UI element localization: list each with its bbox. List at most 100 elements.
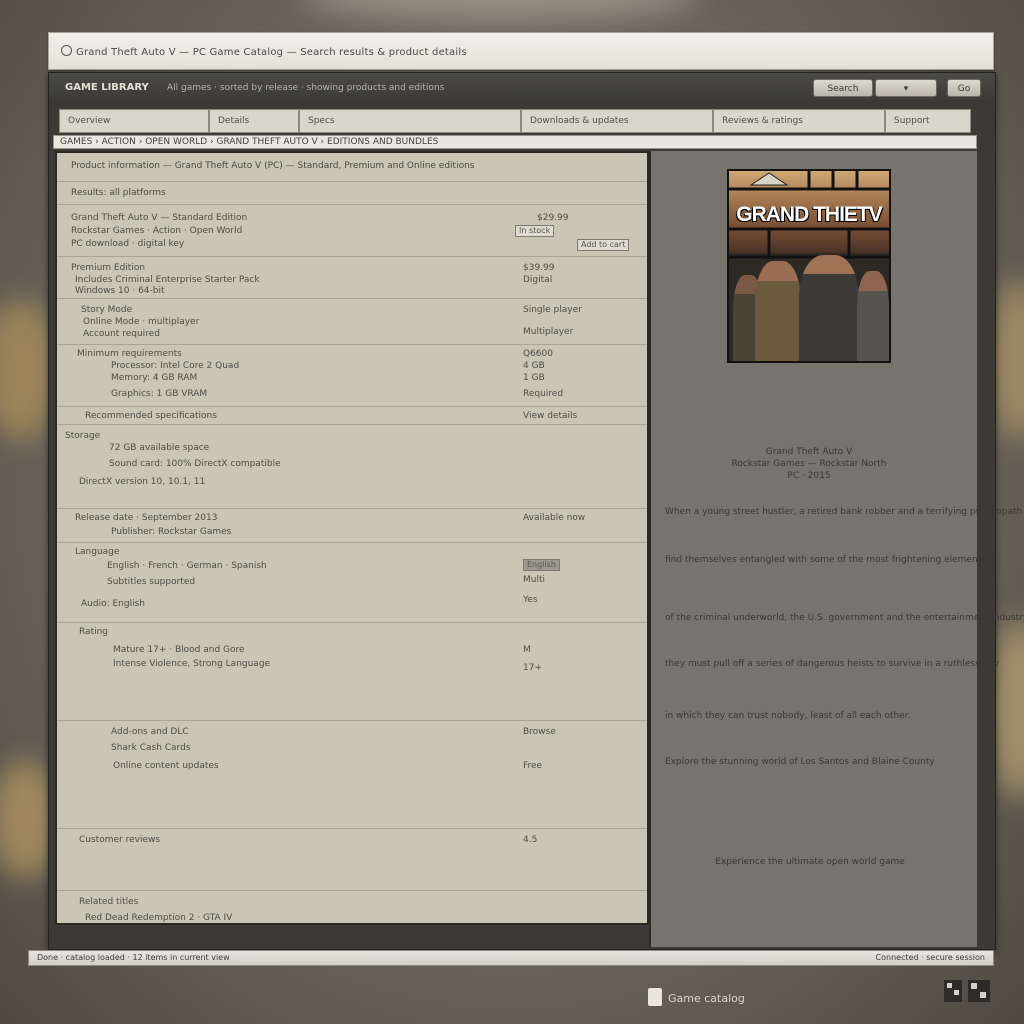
list-item[interactable]: Related titles Red Dead Redemption 2 · G… [57,891,647,923]
item-value: Multi [523,575,545,585]
item-text: Online Mode · multiplayer [83,317,200,327]
game-cover-art[interactable]: GRAND THIETV [727,169,891,363]
item-title: Recommended specifications [85,411,217,421]
description-line: When a young street hustler, a retired b… [665,507,1023,517]
item-title: Add-ons and DLC [111,727,189,737]
item-value: $39.99 [523,263,555,273]
item-title: Related titles [79,897,139,907]
tab-label: Downloads & updates [530,116,629,126]
item-value: Available now [523,513,586,523]
list-item[interactable]: Grand Theft Auto V — Standard Edition Ro… [57,205,647,257]
item-text: Windows 10 · 64-bit [75,286,165,296]
item-title: Premium Edition [71,263,146,273]
description-line: of the criminal underworld, the U.S. gov… [665,613,1024,623]
status-left: Done · catalog loaded · 12 items in curr… [37,953,230,962]
stock-badge: In stock [515,225,555,237]
globe-icon [61,45,72,56]
item-value: Yes [523,595,538,605]
search-button[interactable]: Search [813,79,873,97]
breadcrumb: GAMES › ACTION › OPEN WORLD › GRAND THEF… [53,135,977,149]
tab-label: Overview [68,116,111,126]
item-text: Audio: English [81,599,145,609]
tab-overview[interactable]: Overview [59,109,209,133]
app-title: GAME LIBRARY [65,82,149,93]
app-window: GAME LIBRARY All games · sorted by relea… [48,72,1024,950]
filter-button[interactable]: ▾ [875,79,937,97]
item-value: Digital [523,275,553,285]
tab-downloads[interactable]: Downloads & updates [521,109,713,133]
list-item[interactable]: Language English · French · German · Spa… [57,543,647,623]
tab-support[interactable]: Support [885,109,971,133]
cover-character [799,255,859,361]
add-to-cart-button[interactable]: Add to cart [577,239,630,251]
tab-details[interactable]: Details [209,109,299,133]
tab-label: Support [894,116,930,126]
description-line: they must pull off a series of dangerous… [665,659,999,669]
background-blur [300,0,700,20]
item-text: Publisher: Rockstar Games [111,527,232,537]
list-item[interactable]: Story Mode Online Mode · multiplayer Acc… [57,299,647,345]
list-item[interactable]: Storage 72 GB available space Sound card… [57,425,647,509]
status-right: Connected · secure session [875,953,985,962]
item-value: Required [523,389,564,399]
item-value: Free [523,761,543,771]
description-line: find themselves entangled with some of t… [665,555,986,565]
list-item[interactable]: Rating Mature 17+ · Blood and Gore Inten… [57,623,647,721]
tab-bar: Overview Details Specs Downloads & updat… [59,109,971,133]
brand-logo-icon [648,988,662,1006]
description-line: Explore the stunning world of Los Santos… [665,757,935,767]
browse-link[interactable]: Browse [523,727,556,737]
list-header: Product information — Grand Theft Auto V… [57,153,647,182]
search-button-label: Search [827,84,859,94]
item-value: Q6600 [523,349,553,359]
address-bar[interactable]: Grand Theft Auto V — PC Game Catalog — S… [48,32,994,70]
address-text: Grand Theft Auto V — PC Game Catalog — S… [61,45,467,58]
list-item[interactable]: Release date · September 2013 Publisher:… [57,509,647,543]
item-text: Includes Criminal Enterprise Starter Pac… [75,275,260,285]
item-value: 4 GB [523,361,545,371]
rating-badge: M [523,645,531,655]
preview-subtitle: Rockstar Games — Rockstar North [731,459,887,469]
item-text: Red Dead Redemption 2 · GTA IV [85,913,233,923]
results-list: Product information — Grand Theft Auto V… [55,151,649,925]
item-title: Rating [79,627,109,637]
tab-reviews[interactable]: Reviews & ratings [713,109,885,133]
item-title: Grand Theft Auto V — Standard Edition [71,213,248,223]
item-value: 17+ [523,663,542,673]
item-title: Customer reviews [79,835,161,845]
view-details-link[interactable]: View details [523,411,577,421]
description-line: in which they can trust nobody, least of… [665,711,911,721]
review-score: 4.5 [523,835,538,845]
item-text: Shark Cash Cards [111,743,191,753]
language-badge: English [523,559,560,571]
item-text: English · French · German · Spanish [107,561,267,571]
list-item[interactable]: Minimum requirements Processor: Intel Co… [57,345,647,407]
footer-brand-text: Game catalog [668,992,745,1005]
tab-label: Specs [308,116,335,126]
item-text: Intense Violence, Strong Language [113,659,271,669]
go-button[interactable]: Go [947,79,981,97]
cover-character [755,261,801,361]
title-bar: GAME LIBRARY All games · sorted by relea… [49,73,995,103]
list-item[interactable]: Premium Edition Includes Criminal Enterp… [57,257,647,299]
item-text: Graphics: 1 GB VRAM [111,389,208,399]
url-value: Grand Theft Auto V — PC Game Catalog — S… [76,47,467,58]
item-value: $29.99 [537,213,569,223]
preview-title: Grand Theft Auto V [765,447,853,457]
tab-specs[interactable]: Specs [299,109,521,133]
list-subheader: Results: all platforms [57,182,647,205]
description-line: Experience the ultimate open world game [715,857,905,867]
list-item[interactable]: Recommended specifications View details [57,407,647,425]
item-text: DirectX version 10, 10.1, 11 [79,477,206,487]
item-text: Mature 17+ · Blood and Gore [113,645,245,655]
footer-brand: Game catalog [648,988,745,1006]
list-item[interactable]: Customer reviews 4.5 [57,829,647,891]
item-text: Processor: Intel Core 2 Quad [111,361,240,371]
item-value: Single player [523,305,582,315]
list-item[interactable]: Add-ons and DLC Shark Cash Cards Online … [57,721,647,829]
preview-panel: GRAND THIETV Grand Theft Auto V Rockstar… [649,151,1024,947]
item-title: Release date · September 2013 [75,513,218,523]
item-text: Sound card: 100% DirectX compatible [109,459,281,469]
go-button-label: Go [957,84,971,94]
item-text: Account required [83,329,160,339]
